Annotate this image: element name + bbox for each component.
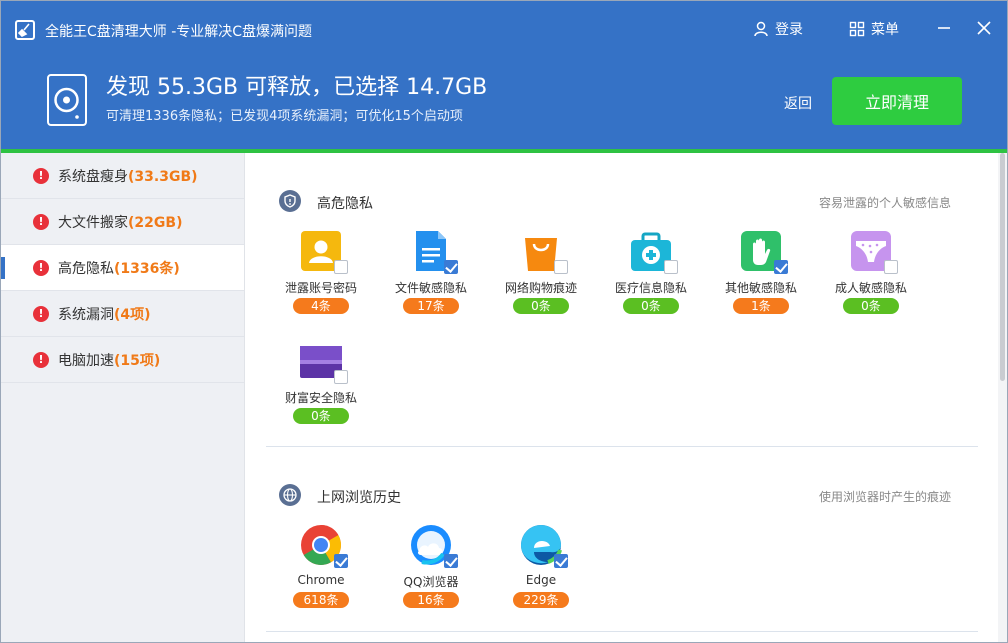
item-checkbox[interactable] bbox=[664, 260, 678, 274]
item-name: 网络购物痕迹 bbox=[504, 281, 577, 295]
section-title: 上网浏览历史 bbox=[317, 490, 401, 506]
item-checkbox[interactable] bbox=[554, 260, 568, 274]
alert-icon: ! bbox=[33, 214, 49, 230]
item-count-badge: 0条 bbox=[843, 298, 899, 314]
item-name: 其他敏感隐私 bbox=[724, 281, 797, 295]
item-name: 成人敏感隐私 bbox=[834, 281, 907, 295]
item-name: 文件敏感隐私 bbox=[394, 281, 467, 295]
browser-item-qq[interactable]: QQ浏览器 16条 bbox=[386, 524, 476, 624]
sidebar-item-label: 电脑加速(15项) bbox=[58, 352, 161, 369]
clean-now-button[interactable]: 立即清理 bbox=[832, 77, 962, 125]
section-hint: 容易泄露的个人敏感信息 bbox=[818, 196, 951, 210]
item-name: Chrome bbox=[297, 573, 345, 587]
section-hint: 使用浏览器时产生的痕迹 bbox=[818, 490, 951, 504]
summary-title: 发现 55.3GB 可释放，已选择 14.7GB bbox=[106, 75, 488, 100]
section-header-browser: 上网浏览历史 使用浏览器时产生的痕迹 bbox=[279, 484, 951, 508]
sidebar-item-system-disk[interactable]: ! 系统盘瘦身(33.3GB) bbox=[1, 153, 244, 199]
content-scrollbar[interactable] bbox=[998, 153, 1007, 642]
alert-icon: ! bbox=[33, 260, 49, 276]
sidebar-item-label: 系统盘瘦身(33.3GB) bbox=[58, 168, 198, 185]
sidebar-item-label: 高危隐私(1336条) bbox=[58, 260, 180, 277]
alert-icon: ! bbox=[33, 306, 49, 322]
title-bar: 全能王C盘清理大师 -专业解决C盘爆满问题 登录 菜单 bbox=[1, 1, 1007, 57]
privacy-item-wealth[interactable]: 财富安全隐私 0条 bbox=[276, 340, 366, 440]
menu-label: 菜单 bbox=[871, 22, 899, 38]
sidebar-item-large-files[interactable]: ! 大文件搬家(22GB) bbox=[1, 199, 244, 245]
shield-icon bbox=[279, 190, 301, 212]
globe-icon bbox=[279, 484, 301, 506]
item-checkbox[interactable] bbox=[334, 554, 348, 568]
user-icon bbox=[754, 21, 768, 37]
item-count-badge: 229条 bbox=[513, 592, 569, 608]
item-name: 医疗信息隐私 bbox=[614, 281, 687, 295]
item-count-badge: 4条 bbox=[293, 298, 349, 314]
main-content: 高危隐私 容易泄露的个人敏感信息 泄露账号密码 4条 文件敏感隐私 17条 网络… bbox=[246, 153, 997, 642]
browser-item-chrome[interactable]: Chrome 618条 bbox=[276, 524, 366, 624]
item-count-badge: 16条 bbox=[403, 592, 459, 608]
alert-icon: ! bbox=[33, 168, 49, 184]
item-count-badge: 618条 bbox=[293, 592, 349, 608]
hard-disk-icon bbox=[47, 74, 87, 126]
alert-icon: ! bbox=[33, 352, 49, 368]
item-name: 泄露账号密码 bbox=[284, 281, 357, 295]
broom-logo-icon bbox=[15, 20, 35, 40]
sidebar-item-vulnerabilities[interactable]: ! 系统漏洞(4项) bbox=[1, 291, 244, 337]
privacy-item-medical[interactable]: 医疗信息隐私 0条 bbox=[606, 230, 696, 330]
item-checkbox[interactable] bbox=[334, 260, 348, 274]
privacy-item-files[interactable]: 文件敏感隐私 17条 bbox=[386, 230, 476, 330]
section-header-privacy: 高危隐私 容易泄露的个人敏感信息 bbox=[279, 190, 951, 214]
privacy-item-account[interactable]: 泄露账号密码 4条 bbox=[276, 230, 366, 330]
sidebar: ! 系统盘瘦身(33.3GB) ! 大文件搬家(22GB) ! 高危隐私(133… bbox=[1, 153, 245, 642]
item-checkbox[interactable] bbox=[334, 370, 348, 384]
item-name: 财富安全隐私 bbox=[284, 391, 357, 405]
back-button[interactable]: 返回 bbox=[784, 93, 812, 113]
sidebar-item-label: 大文件搬家(22GB) bbox=[58, 214, 183, 231]
menu-button[interactable]: 菜单 bbox=[849, 19, 899, 39]
close-icon[interactable] bbox=[975, 19, 993, 37]
grid-menu-icon bbox=[849, 21, 865, 37]
item-count-badge: 17条 bbox=[403, 298, 459, 314]
privacy-item-other[interactable]: 其他敏感隐私 1条 bbox=[716, 230, 806, 330]
item-count-badge: 1条 bbox=[733, 298, 789, 314]
item-count-badge: 0条 bbox=[293, 408, 349, 424]
sidebar-item-speedup[interactable]: ! 电脑加速(15项) bbox=[1, 337, 244, 383]
item-checkbox[interactable] bbox=[774, 260, 788, 274]
item-name: QQ浏览器 bbox=[403, 575, 459, 589]
item-count-badge: 0条 bbox=[623, 298, 679, 314]
scrollbar-thumb[interactable] bbox=[1000, 153, 1005, 381]
summary-subtitle: 可清理1336条隐私；已发现4项系统漏洞；可优化15个启动项 bbox=[106, 109, 463, 124]
item-checkbox[interactable] bbox=[444, 260, 458, 274]
app-window: 全能王C盘清理大师 -专业解决C盘爆满问题 登录 菜单 发现 55.3GB 可释… bbox=[0, 0, 1008, 643]
item-checkbox[interactable] bbox=[884, 260, 898, 274]
browser-item-edge[interactable]: Edge 229条 bbox=[496, 524, 586, 624]
privacy-item-adult[interactable]: 成人敏感隐私 0条 bbox=[826, 230, 916, 330]
login-label: 登录 bbox=[775, 22, 803, 38]
item-name: Edge bbox=[525, 573, 557, 587]
sidebar-item-label: 系统漏洞(4项) bbox=[58, 306, 151, 323]
login-button[interactable]: 登录 bbox=[753, 19, 803, 39]
privacy-item-shopping[interactable]: 网络购物痕迹 0条 bbox=[496, 230, 586, 330]
section-divider bbox=[266, 631, 978, 632]
minimize-icon[interactable] bbox=[935, 19, 953, 37]
item-checkbox[interactable] bbox=[554, 554, 568, 568]
item-checkbox[interactable] bbox=[444, 554, 458, 568]
section-title: 高危隐私 bbox=[317, 196, 373, 212]
app-title: 全能王C盘清理大师 -专业解决C盘爆满问题 bbox=[45, 24, 313, 40]
sidebar-item-privacy[interactable]: ! 高危隐私(1336条) bbox=[1, 245, 244, 291]
header: 全能王C盘清理大师 -专业解决C盘爆满问题 登录 菜单 发现 55.3GB 可释… bbox=[1, 1, 1007, 149]
section-divider bbox=[266, 446, 978, 447]
item-count-badge: 0条 bbox=[513, 298, 569, 314]
